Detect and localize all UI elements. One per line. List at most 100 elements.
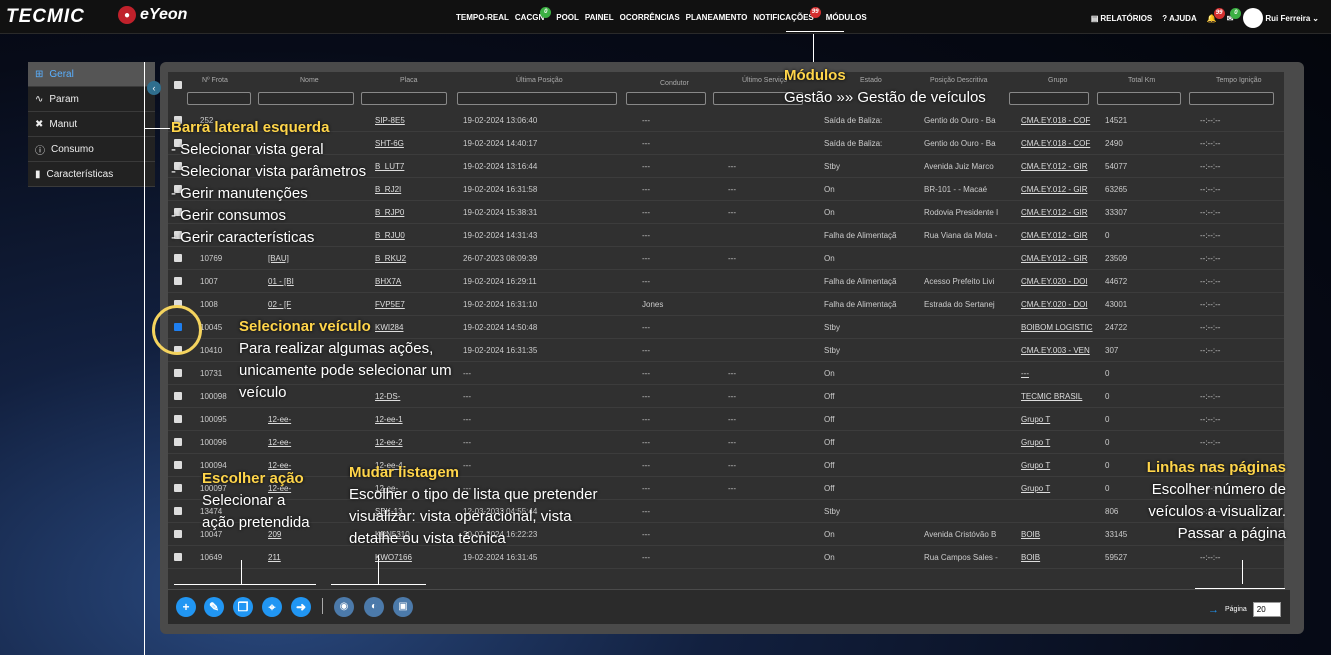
- filter-frota[interactable]: [187, 92, 251, 105]
- select-all-checkbox[interactable]: [174, 81, 182, 89]
- col-posicao[interactable]: Última Posição: [516, 77, 563, 84]
- grupo-cell[interactable]: Grupo T: [1021, 461, 1095, 470]
- grupo-cell[interactable]: CMA.EY.012 - GIR: [1021, 208, 1095, 217]
- nav-painel[interactable]: PAINEL: [585, 13, 614, 22]
- col-nome[interactable]: Nome: [300, 77, 319, 84]
- table-row[interactable]: 13474 SBK-13 12-03-2033 04:55:44 --- Stby 806…: [168, 500, 1284, 523]
- next-page-arrow-icon[interactable]: →: [1208, 604, 1219, 616]
- grupo-cell[interactable]: Grupo T: [1021, 438, 1095, 447]
- filter-ignicao[interactable]: [1189, 92, 1274, 105]
- placa-cell[interactable]: KWO7166: [375, 553, 425, 562]
- bell-button[interactable]: 🔔 99: [1207, 7, 1225, 23]
- rows-per-page-select[interactable]: 20: [1252, 602, 1281, 617]
- filter-nome[interactable]: [258, 92, 354, 105]
- row-checkbox[interactable]: [174, 438, 182, 446]
- nome-cell[interactable]: [BAU]: [268, 254, 332, 263]
- nome-cell[interactable]: 01 - [BI: [268, 277, 332, 286]
- row-checkbox[interactable]: [174, 369, 182, 377]
- mail-button[interactable]: ✉ 0: [1227, 7, 1242, 23]
- row-checkbox[interactable]: [174, 530, 182, 538]
- grupo-cell[interactable]: Grupo T: [1021, 415, 1095, 424]
- placa-cell[interactable]: BHX7A: [375, 277, 425, 286]
- placa-cell[interactable]: 12-ee-1: [375, 415, 425, 424]
- row-checkbox[interactable]: [174, 553, 182, 561]
- add-button[interactable]: +: [176, 597, 196, 617]
- col-grupo[interactable]: Grupo: [1048, 77, 1067, 84]
- table-row[interactable]: 100094 12-ee- 12-ee-4 --- --- --- Off Grupo T0-…: [168, 454, 1284, 477]
- row-checkbox[interactable]: [174, 254, 182, 262]
- grupo-cell[interactable]: BOIBOM LOGISTIC: [1021, 323, 1095, 332]
- grupo-cell[interactable]: BOIB: [1021, 530, 1095, 539]
- table-row[interactable]: 100095 12-ee- 12-ee-1 --- --- --- Off Grupo T 0 -…: [168, 408, 1284, 431]
- filter-grupo[interactable]: [1009, 92, 1089, 105]
- placa-cell[interactable]: SHT-6G: [375, 139, 425, 148]
- export-button[interactable]: ➜: [291, 597, 311, 617]
- row-checkbox[interactable]: [174, 415, 182, 423]
- collapse-sidebar-button[interactable]: ‹: [147, 81, 161, 95]
- placa-cell[interactable]: B_RJU0: [375, 231, 425, 240]
- col-servico[interactable]: Último Serviço: [742, 77, 787, 84]
- grupo-cell[interactable]: CMA.EY.020 - DOI: [1021, 300, 1095, 309]
- table-row[interactable]: 1007 01 - [BI BHX7A 19-02-2024 16:29:11 --- F…: [168, 270, 1284, 293]
- nav-cacgn[interactable]: CACGN 0: [515, 7, 552, 22]
- row-checkbox[interactable]: [174, 507, 182, 515]
- placa-cell[interactable]: FVP5E7: [375, 300, 425, 309]
- nav-tempo-real[interactable]: TEMPO-REAL: [456, 13, 509, 22]
- view-technical-button[interactable]: ▣: [393, 597, 413, 617]
- sidebar-item-caracteristicas[interactable]: ▮ Características: [28, 162, 155, 187]
- nome-cell[interactable]: 12-ee-: [268, 438, 332, 447]
- grupo-cell[interactable]: CMA.EY.012 - GIR: [1021, 231, 1095, 240]
- nav-planeamento[interactable]: PLANEAMENTO: [686, 13, 748, 22]
- view-operational-button[interactable]: ◉: [334, 597, 354, 617]
- reports-link[interactable]: ▤ RELATÓRIOS: [1091, 14, 1152, 23]
- filter-condutor[interactable]: [626, 92, 706, 105]
- sidebar-item-geral[interactable]: ⊞ Geral: [28, 62, 155, 87]
- sidebar-item-param[interactable]: ∿ Param: [28, 87, 155, 112]
- row-checkbox[interactable]: [174, 392, 182, 400]
- filter-placa[interactable]: [361, 92, 447, 105]
- user-menu[interactable]: Rui Ferreira ⌄: [1243, 8, 1319, 28]
- grupo-cell[interactable]: ---: [1021, 369, 1095, 378]
- nome-cell[interactable]: 211: [268, 553, 332, 562]
- row-checkbox[interactable]: [174, 484, 182, 492]
- copy-button[interactable]: ❐: [233, 597, 253, 617]
- grupo-cell[interactable]: CMA.EY.012 - GIR: [1021, 162, 1095, 171]
- locate-button[interactable]: ⌖: [262, 597, 282, 617]
- row-checkbox[interactable]: [174, 277, 182, 285]
- col-km[interactable]: Total Km: [1128, 77, 1155, 84]
- table-row[interactable]: 10649 211 KWO7166 19-02-2024 16:31:45 --- On R…: [168, 546, 1284, 569]
- table-row[interactable]: 10047 209 KRN5310 30-07-2024 16:22:23 --- On A…: [168, 523, 1284, 546]
- grupo-cell[interactable]: TECMIC BRASIL: [1021, 392, 1095, 401]
- grupo-cell[interactable]: CMA.EY.018 - COF: [1021, 116, 1095, 125]
- table-row[interactable]: 10769 [BAU] B_RKU2 26-07-2023 08:09:39 --- --…: [168, 247, 1284, 270]
- table-row[interactable]: 1008 02 - [F FVP5E7 19-02-2024 16:31:10 Jone…: [168, 293, 1284, 316]
- table-row[interactable]: 100097 12-ee- 12-ee- --- --- --- Off Grupo T 0 --…: [168, 477, 1284, 500]
- row-checkbox[interactable]: [174, 461, 182, 469]
- nome-cell[interactable]: 02 - [F: [268, 300, 332, 309]
- grupo-cell[interactable]: Grupo T: [1021, 484, 1095, 493]
- grupo-cell[interactable]: CMA.EY.020 - DOI: [1021, 277, 1095, 286]
- placa-cell[interactable]: B_RJ2I: [375, 185, 425, 194]
- placa-cell[interactable]: 12-ee-2: [375, 438, 425, 447]
- nome-cell[interactable]: 12-ee-: [268, 415, 332, 424]
- col-frota[interactable]: Nº Frota: [202, 77, 228, 84]
- filter-posicao[interactable]: [457, 92, 617, 105]
- grupo-cell[interactable]: CMA.EY.003 - VEN: [1021, 346, 1095, 355]
- filter-km[interactable]: [1097, 92, 1181, 105]
- nav-notificacoes[interactable]: NOTIFICAÇÕES 99: [753, 7, 821, 22]
- placa-cell[interactable]: SIP-8E5: [375, 116, 425, 125]
- col-ignicao[interactable]: Tempo Ignição: [1216, 77, 1262, 84]
- help-link[interactable]: ? AJUDA: [1162, 14, 1196, 23]
- table-row[interactable]: 100096 12-ee- 12-ee-2 --- --- --- Off Grupo T 0 -…: [168, 431, 1284, 454]
- nav-ocorrencias[interactable]: OCORRÊNCIAS: [620, 13, 680, 22]
- grupo-cell[interactable]: BOIB: [1021, 553, 1095, 562]
- edit-button[interactable]: ✎: [204, 597, 224, 617]
- sidebar-item-manut[interactable]: ✖ Manut: [28, 112, 155, 137]
- sidebar-item-consumo[interactable]: ⓘ Consumo: [28, 137, 155, 162]
- grupo-cell[interactable]: CMA.EY.018 - COF: [1021, 139, 1095, 148]
- col-condutor[interactable]: Condutor: [660, 80, 689, 87]
- grupo-cell[interactable]: CMA.EY.012 - GIR: [1021, 185, 1095, 194]
- col-placa[interactable]: Placa: [400, 77, 418, 84]
- grupo-cell[interactable]: CMA.EY.012 - GIR: [1021, 254, 1095, 263]
- placa-cell[interactable]: B_LUT7: [375, 162, 425, 171]
